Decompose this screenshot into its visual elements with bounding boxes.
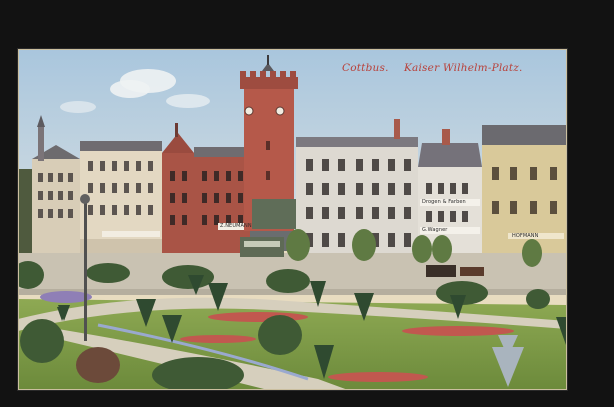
postcard: Cottbus. Kaiser Wilhelm-Platz. Z.NEUMANN…	[18, 49, 567, 390]
street-lamp	[84, 199, 87, 341]
caption-city: Cottbus.	[342, 62, 389, 74]
caption-place: Kaiser Wilhelm-Platz.	[404, 62, 523, 74]
sign-neumann: Z.NEUMANN	[220, 223, 252, 229]
sign-drogen: Drogen & Farben	[422, 199, 466, 205]
sign-wagner: G.Wagner	[422, 227, 448, 233]
sign-hofmann: HOFMANN	[512, 233, 539, 239]
postcard-illustration	[18, 49, 567, 390]
tower-clock	[244, 106, 254, 116]
